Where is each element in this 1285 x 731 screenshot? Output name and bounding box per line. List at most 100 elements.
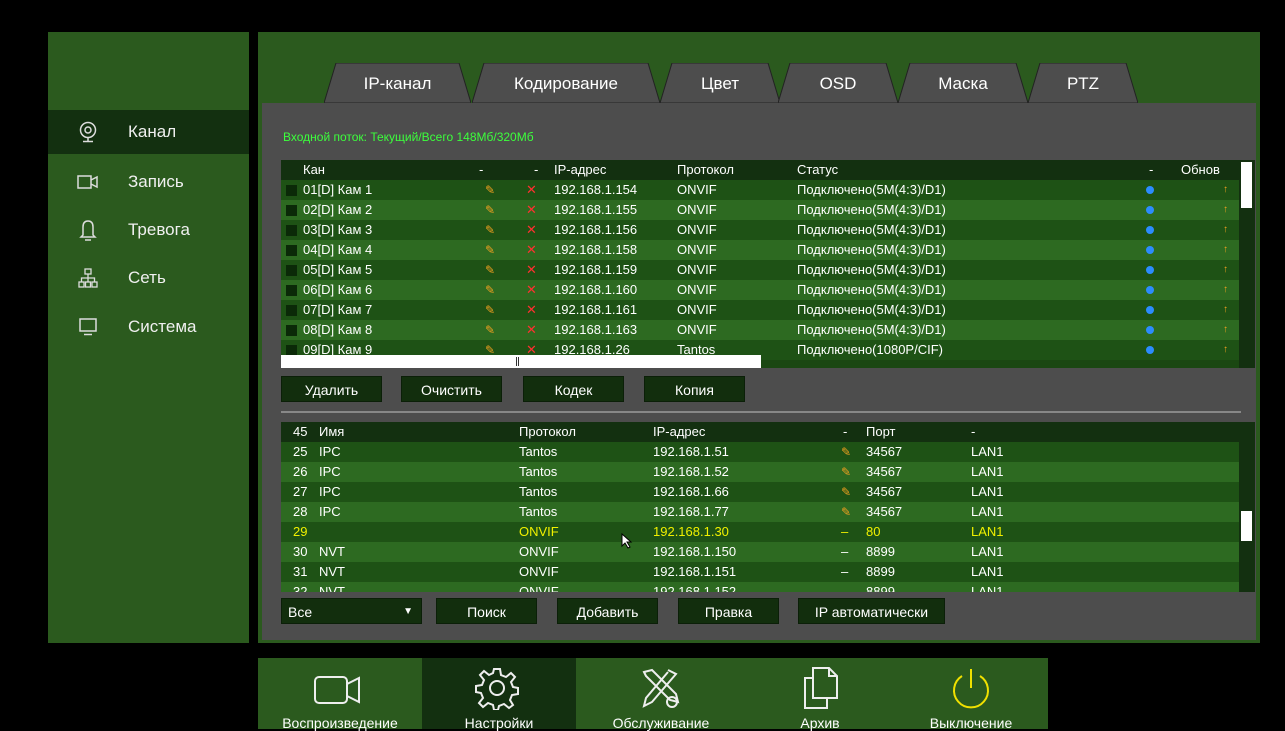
row-checkbox[interactable] <box>286 285 297 296</box>
table-row[interactable]: 27 IPC Tantos 192.168.1.66 ✎ 34567 LAN1 <box>281 482 1239 502</box>
sidebar: Канал Запись Тревога Сеть Система <box>48 32 249 643</box>
delete-icon[interactable]: ✕ <box>526 280 537 300</box>
table-row[interactable]: 08[D] Кам 8 ✎ ✕ 192.168.1.163 ONVIF Подключен… <box>281 320 1239 340</box>
table-row[interactable]: 02[D] Кам 2 ✎ ✕ 192.168.1.155 ONVIF Подключен… <box>281 200 1239 220</box>
row-checkbox[interactable] <box>286 185 297 196</box>
search-button[interactable]: Поиск <box>436 598 537 624</box>
delete-icon[interactable]: ✕ <box>526 240 537 260</box>
delete-icon[interactable]: ✕ <box>526 320 537 340</box>
delete-icon[interactable]: ✕ <box>526 220 537 240</box>
table-row[interactable]: 01[D] Кам 1 ✎ ✕ 192.168.1.154 ONVIF Подключен… <box>281 180 1239 200</box>
delete-icon[interactable]: ✕ <box>526 180 537 200</box>
horizontal-scrollbar[interactable] <box>281 355 761 368</box>
update-icon[interactable]: ↑ <box>1223 340 1228 360</box>
copy-button[interactable]: Копия <box>644 376 745 402</box>
update-icon[interactable]: ↑ <box>1223 240 1228 260</box>
auto-ip-button[interactable]: IP автоматически <box>798 598 945 624</box>
cell-num: 27 <box>293 484 308 499</box>
sidebar-item-label: Сеть <box>128 268 166 287</box>
cell-ip: 192.168.1.30 <box>653 524 729 539</box>
update-icon[interactable]: ↑ <box>1223 260 1228 280</box>
delete-icon[interactable]: ✕ <box>526 200 537 220</box>
edit-icon[interactable]: ✎ <box>841 502 851 522</box>
tab-ptz[interactable]: PTZ <box>1028 63 1138 103</box>
table-row[interactable]: 25 IPC Tantos 192.168.1.51 ✎ 34567 LAN1 <box>281 442 1239 462</box>
sidebar-item-label: Система <box>128 317 197 336</box>
playback-button[interactable]: Воспроизведение <box>258 658 422 731</box>
settings-button[interactable]: Настройки <box>422 658 576 731</box>
table-row[interactable]: 26 IPC Tantos 192.168.1.52 ✎ 34567 LAN1 <box>281 462 1239 482</box>
tab-mask[interactable]: Маска <box>898 63 1028 103</box>
edit-button[interactable]: Правка <box>678 598 779 624</box>
bell-icon <box>48 219 128 241</box>
header-status: Статус <box>797 162 839 177</box>
tab-ip-channel[interactable]: IP-канал <box>324 63 471 103</box>
shutdown-button[interactable]: Выключение <box>894 658 1048 731</box>
update-icon[interactable]: ↑ <box>1223 280 1228 300</box>
cell-kan: 08[D] Кам 8 <box>303 322 373 337</box>
update-icon[interactable]: ↑ <box>1223 200 1228 220</box>
update-icon[interactable]: ↑ <box>1223 300 1228 320</box>
edit-icon[interactable]: ✎ <box>485 240 495 260</box>
sidebar-item-alarm[interactable]: Тревога <box>48 208 249 252</box>
tab-encoding[interactable]: Кодирование <box>472 63 660 103</box>
edit-icon[interactable]: ✎ <box>485 260 495 280</box>
table-row[interactable]: 29 ONVIF 192.168.1.30 – 80 LAN1 <box>281 522 1239 542</box>
table-row[interactable]: 03[D] Кам 3 ✎ ✕ 192.168.1.156 ONVIF Подключен… <box>281 220 1239 240</box>
archive-button[interactable]: Архив <box>746 658 894 731</box>
row-checkbox[interactable] <box>286 205 297 216</box>
edit-icon[interactable]: ✎ <box>841 482 851 502</box>
edit-icon[interactable]: ✎ <box>841 462 851 482</box>
sidebar-item-channel[interactable]: Канал <box>48 110 249 154</box>
update-icon[interactable]: ↑ <box>1223 220 1228 240</box>
cell-kan: 02[D] Кам 2 <box>303 202 373 217</box>
delete-icon[interactable]: ✕ <box>526 260 537 280</box>
delete-icon[interactable]: ✕ <box>526 300 537 320</box>
row-checkbox[interactable] <box>286 325 297 336</box>
add-button[interactable]: Добавить <box>557 598 658 624</box>
files-icon <box>804 667 838 709</box>
row-checkbox[interactable] <box>286 245 297 256</box>
vertical-scrollbar[interactable] <box>1241 511 1252 541</box>
table-row[interactable]: 28 IPC Tantos 192.168.1.77 ✎ 34567 LAN1 <box>281 502 1239 522</box>
tab-osd[interactable]: OSD <box>778 63 898 103</box>
sidebar-item-record[interactable]: Запись <box>48 160 249 204</box>
cell-ip: 192.168.1.163 <box>554 322 638 337</box>
sidebar-item-network[interactable]: Сеть <box>48 256 249 300</box>
table-row[interactable]: 30 NVT ONVIF 192.168.1.150 – 8899 LAN1 <box>281 542 1239 562</box>
vertical-scrollbar[interactable] <box>1241 162 1252 208</box>
edit-icon[interactable]: ✎ <box>841 442 851 462</box>
cell-num: 29 <box>293 524 308 539</box>
table-row[interactable]: 32 NVT ONVIF 192.168.1.152 – 8899 LAN1 <box>281 582 1239 592</box>
table-row[interactable]: 04[D] Кам 4 ✎ ✕ 192.168.1.158 ONVIF Подключен… <box>281 240 1239 260</box>
update-icon[interactable]: ↑ <box>1223 320 1228 340</box>
cell-num: 28 <box>293 504 308 519</box>
delete-button[interactable]: Удалить <box>281 376 382 402</box>
channel-table-header: Кан - - IP-адрес Протокол Статус - Обнов <box>281 160 1239 180</box>
filter-select[interactable]: Все ▼ <box>281 598 422 624</box>
header-update: Обнов <box>1181 162 1220 177</box>
row-checkbox[interactable] <box>286 305 297 316</box>
codec-button[interactable]: Кодек <box>523 376 624 402</box>
row-checkbox[interactable] <box>286 265 297 276</box>
cell-kan: 04[D] Кам 4 <box>303 242 373 257</box>
sidebar-item-system[interactable]: Система <box>48 305 249 349</box>
edit-icon[interactable]: ✎ <box>485 220 495 240</box>
table-row[interactable]: 07[D] Кам 7 ✎ ✕ 192.168.1.161 ONVIF Подключен… <box>281 300 1239 320</box>
edit-icon[interactable]: ✎ <box>485 300 495 320</box>
edit-icon[interactable]: ✎ <box>485 180 495 200</box>
cell-port: 34567 <box>866 504 903 519</box>
table-row[interactable]: 05[D] Кам 5 ✎ ✕ 192.168.1.159 ONVIF Подключен… <box>281 260 1239 280</box>
table-row[interactable]: 31 NVT ONVIF 192.168.1.151 – 8899 LAN1 <box>281 562 1239 582</box>
tab-color[interactable]: Цвет <box>660 63 780 103</box>
row-checkbox[interactable] <box>286 225 297 236</box>
edit-icon[interactable]: ✎ <box>485 200 495 220</box>
clear-button[interactable]: Очистить <box>401 376 502 402</box>
edit-icon[interactable]: ✎ <box>485 280 495 300</box>
header-count: 45 <box>293 424 308 439</box>
cell-kan: 06[D] Кам 6 <box>303 282 373 297</box>
table-row[interactable]: 06[D] Кам 6 ✎ ✕ 192.168.1.160 ONVIF Подключен… <box>281 280 1239 300</box>
edit-icon[interactable]: ✎ <box>485 320 495 340</box>
update-icon[interactable]: ↑ <box>1223 180 1228 200</box>
maintenance-button[interactable]: Обслуживание <box>576 658 746 731</box>
